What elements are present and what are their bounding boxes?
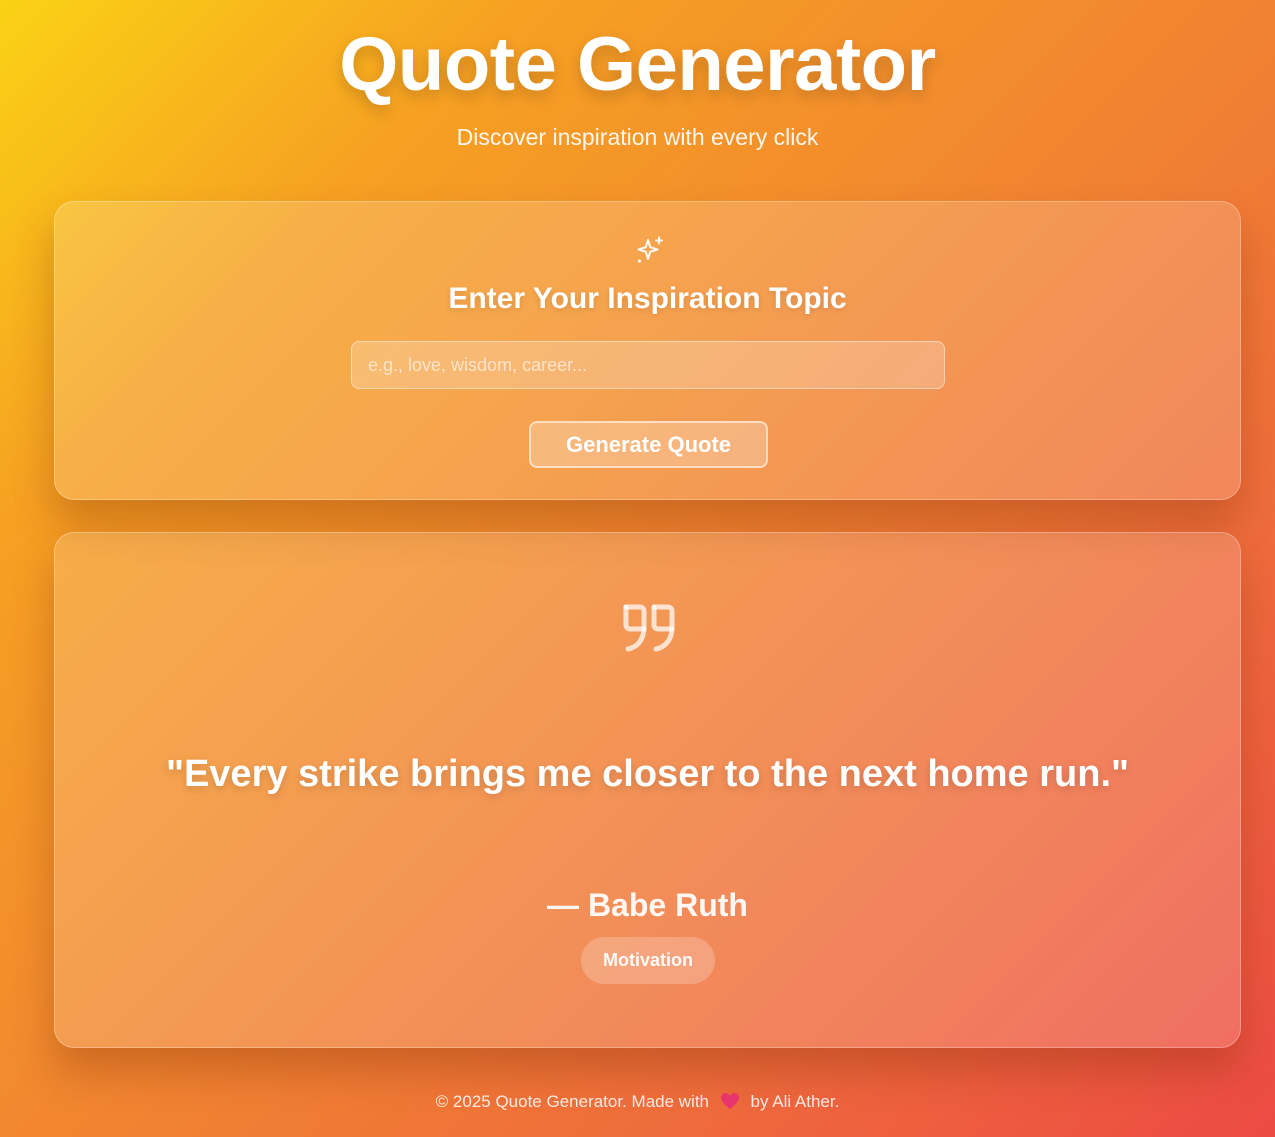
generate-quote-button[interactable]: Generate Quote xyxy=(529,421,768,468)
heart-icon xyxy=(720,1092,740,1110)
footer-suffix: by Ali Ather. xyxy=(750,1092,840,1111)
quote-card: "Every strike brings me closer to the ne… xyxy=(54,532,1241,1048)
quote-icon xyxy=(620,599,680,655)
input-heading: Enter Your Inspiration Topic xyxy=(448,282,847,315)
quote-text: "Every strike brings me closer to the ne… xyxy=(165,753,1130,795)
page-footer: © 2025 Quote Generator. Made with by Ali… xyxy=(0,1092,1275,1112)
footer-prefix: © 2025 Quote Generator. Made with xyxy=(435,1092,710,1111)
category-badge: Motivation xyxy=(581,937,715,984)
sparkle-icon xyxy=(633,234,667,268)
page-subtitle: Discover inspiration with every click xyxy=(456,124,819,150)
page-title: Quote Generator xyxy=(339,22,936,107)
topic-input[interactable] xyxy=(351,341,945,389)
page-header: Quote Generator Discover inspiration wit… xyxy=(0,22,1275,151)
quote-author: — Babe Ruth xyxy=(547,887,748,923)
topic-input-card: Enter Your Inspiration Topic Generate Qu… xyxy=(54,201,1241,500)
